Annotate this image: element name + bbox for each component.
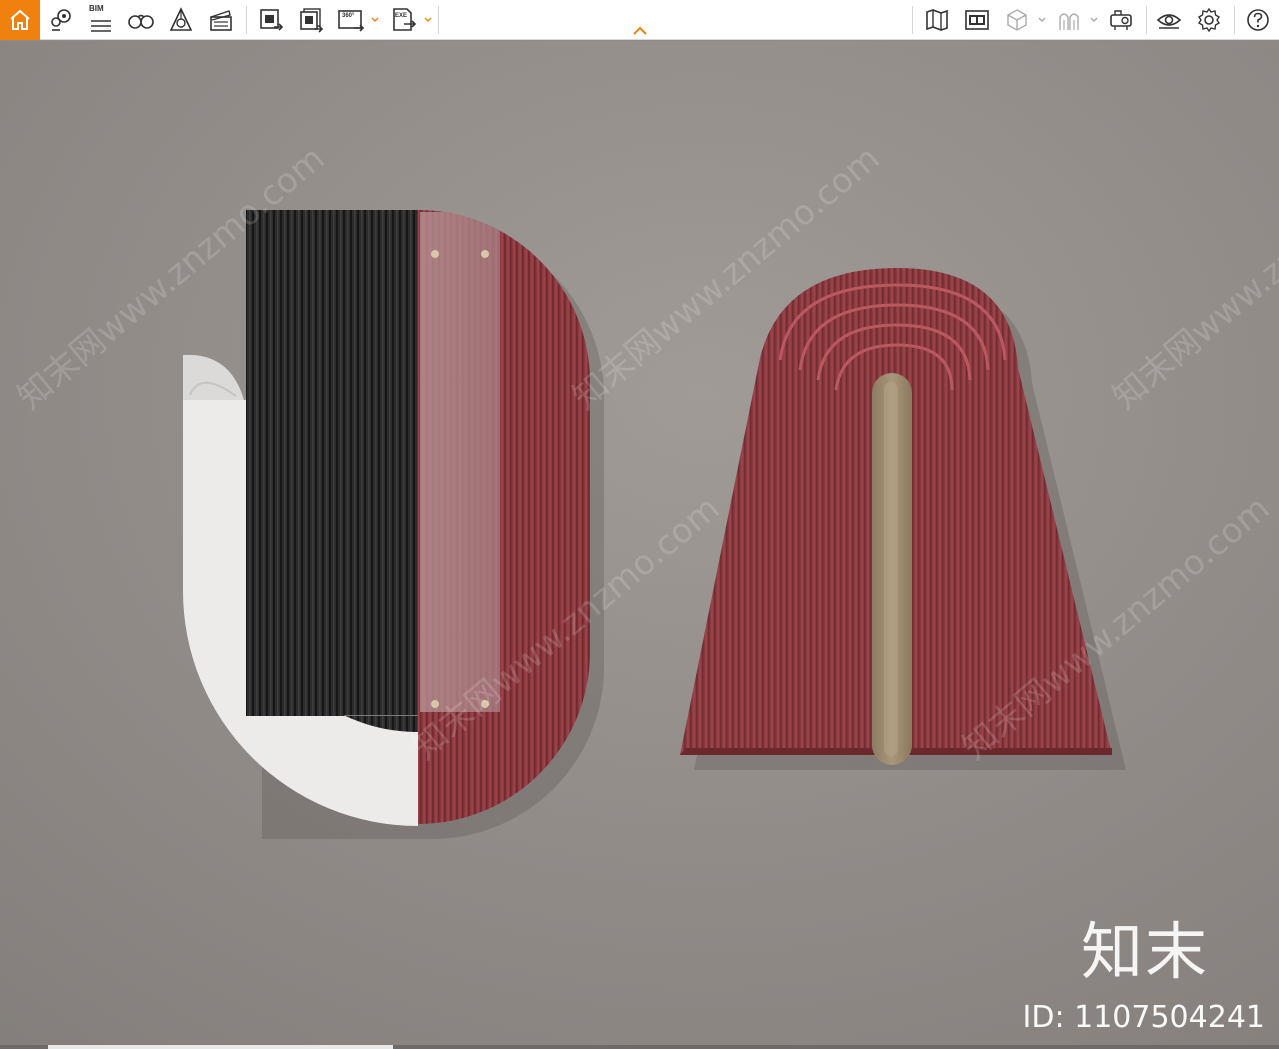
- toolbar-divider: [912, 6, 913, 34]
- projector-button[interactable]: [1104, 0, 1138, 40]
- brand-logo-text: 知末: [1080, 915, 1209, 988]
- map-icon: [926, 9, 948, 31]
- scrollbar-thumb[interactable]: [48, 1045, 393, 1049]
- bim-button[interactable]: BIM: [84, 0, 118, 40]
- binoculars-button[interactable]: [124, 0, 158, 40]
- cube-icon: [1007, 9, 1027, 31]
- toolbar-divider: [1234, 6, 1235, 34]
- chevron-down-icon[interactable]: [1090, 17, 1098, 23]
- main-toolbar: BIM 360° EXE: [0, 0, 1279, 40]
- toolbar-divider: [246, 6, 247, 34]
- arches-icon: [1059, 13, 1079, 30]
- export-exe-icon: [393, 8, 417, 31]
- layout-button[interactable]: [960, 0, 994, 40]
- prism-button[interactable]: [164, 0, 198, 40]
- frosted-glass-strip: [420, 212, 500, 712]
- layout-icon: [965, 10, 989, 30]
- chevron-down-icon[interactable]: [1038, 17, 1046, 23]
- model-id-label: ID: 1107504241: [1022, 1000, 1265, 1035]
- home-icon: [10, 9, 30, 30]
- gear-icon: [1198, 7, 1220, 33]
- export-360-button[interactable]: 360°: [334, 0, 368, 40]
- help-button[interactable]: [1240, 0, 1276, 40]
- arches-button[interactable]: [1052, 0, 1086, 40]
- projector-icon: [1110, 10, 1132, 30]
- render-viewport[interactable]: 知末网www.znzmo.com 知末网www.znzmo.com 知末网www…: [0, 41, 1279, 1049]
- export-exe-label: EXE: [395, 13, 408, 19]
- black-ribbed-panel: [246, 210, 421, 715]
- help-icon: [1247, 9, 1269, 31]
- bim-label: BIM: [89, 4, 104, 13]
- export-multi-image-button[interactable]: [294, 0, 328, 40]
- toolbar-divider: [438, 6, 439, 34]
- visibility-button[interactable]: [1152, 0, 1186, 40]
- export-exe-button[interactable]: EXE: [386, 0, 420, 40]
- toolbar-divider: [1146, 6, 1147, 34]
- eye-icon: [1156, 14, 1182, 29]
- prism-icon: [169, 7, 193, 31]
- export-image-button[interactable]: [254, 0, 288, 40]
- export-360-label: 360°: [342, 13, 355, 19]
- brass-fixing: [481, 250, 489, 258]
- map-button[interactable]: [920, 0, 954, 40]
- settings-button[interactable]: [1192, 0, 1226, 40]
- chevron-down-icon[interactable]: [424, 17, 432, 23]
- chevron-down-icon[interactable]: [371, 17, 379, 23]
- collapse-toolbar-icon[interactable]: [632, 26, 648, 36]
- home-button[interactable]: [0, 0, 40, 40]
- animation-button[interactable]: [204, 0, 238, 40]
- cube-button[interactable]: [1000, 0, 1034, 40]
- export-multi-image-icon: [300, 8, 324, 33]
- export-image-icon: [260, 9, 284, 31]
- export-360-icon: [338, 10, 365, 32]
- binoculars-icon: [128, 14, 154, 29]
- brass-fixing: [431, 250, 439, 258]
- location-button[interactable]: [44, 0, 78, 40]
- location-pin-icon: [51, 9, 71, 31]
- clapperboard-icon: [210, 10, 232, 31]
